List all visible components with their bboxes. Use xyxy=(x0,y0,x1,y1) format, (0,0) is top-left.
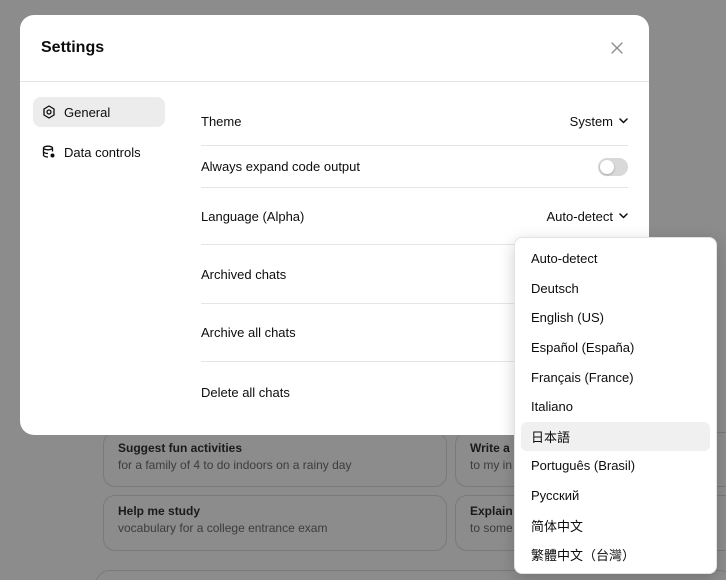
chevron-down-icon xyxy=(619,213,628,219)
language-option-russian[interactable]: Русский xyxy=(521,481,710,511)
setting-label: Theme xyxy=(201,113,242,129)
theme-value: System xyxy=(569,113,613,129)
language-option-auto-detect[interactable]: Auto-detect xyxy=(521,244,710,274)
close-icon xyxy=(611,42,623,54)
sidebar-item-data-controls[interactable]: Data controls xyxy=(33,137,165,167)
setting-label: Language (Alpha) xyxy=(201,208,305,224)
suggestion-card[interactable]: Help me study vocabulary for a college e… xyxy=(103,495,447,551)
database-icon xyxy=(42,145,56,159)
suggestion-card[interactable]: Suggest fun activities for a family of 4… xyxy=(103,432,447,487)
dialog-header: Settings xyxy=(20,15,649,82)
language-option-italiano[interactable]: Italiano xyxy=(521,392,710,422)
language-option-deutsch[interactable]: Deutsch xyxy=(521,274,710,304)
language-option-traditional-chinese[interactable]: 繁體中文（台灣） xyxy=(521,540,710,570)
sidebar-item-label: Data controls xyxy=(64,144,141,160)
language-dropdown-menu: Auto-detect Deutsch English (US) Español… xyxy=(514,237,717,574)
dialog-title: Settings xyxy=(41,39,105,56)
setting-code-output: Always expand code output xyxy=(201,146,628,188)
settings-sidebar: General Data controls xyxy=(33,97,165,177)
language-option-japanese[interactable]: 日本語 xyxy=(521,421,710,452)
language-option-espanol[interactable]: Español (España) xyxy=(521,333,710,363)
chevron-down-icon xyxy=(619,118,628,124)
language-select[interactable]: Auto-detect xyxy=(547,209,629,224)
language-option-simplified-chinese[interactable]: 简体中文 xyxy=(521,510,710,540)
sidebar-item-general[interactable]: General xyxy=(33,97,165,127)
setting-label: Delete all chats xyxy=(201,384,290,400)
sidebar-item-label: General xyxy=(64,104,111,120)
setting-label: Archive all chats xyxy=(201,325,296,340)
setting-label: Archived chats xyxy=(201,266,287,282)
gear-icon xyxy=(42,105,56,119)
close-button[interactable] xyxy=(607,38,627,58)
language-option-english-us[interactable]: English (US) xyxy=(521,303,710,333)
language-value: Auto-detect xyxy=(546,208,614,224)
language-option-francais[interactable]: Français (France) xyxy=(521,362,710,392)
suggestion-title: Help me study xyxy=(118,504,201,518)
code-output-toggle[interactable] xyxy=(598,157,628,176)
language-option-portugues[interactable]: Português (Brasil) xyxy=(521,451,710,481)
theme-select[interactable]: System xyxy=(570,114,628,129)
suggestion-subtitle: vocabulary for a college entrance exam xyxy=(118,521,328,535)
toggle-knob xyxy=(600,159,614,174)
suggestion-title: Suggest fun activities xyxy=(118,441,243,455)
setting-label: Always expand code output xyxy=(201,159,360,174)
setting-theme: Theme System xyxy=(201,97,628,146)
suggestion-subtitle: for a family of 4 to do indoors on a rai… xyxy=(118,458,352,472)
